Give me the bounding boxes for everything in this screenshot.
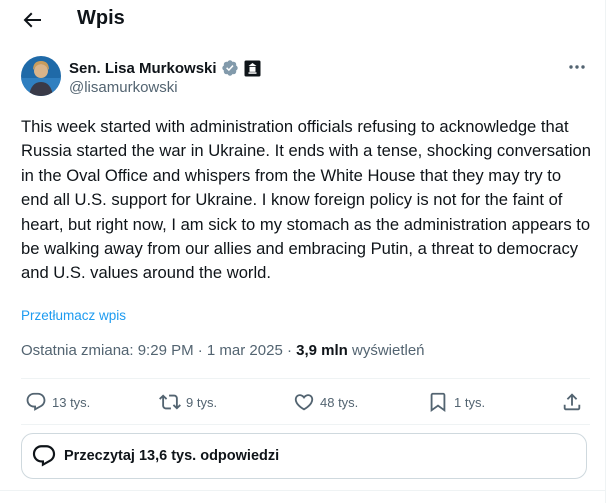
reply-button[interactable]: 13 tys.: [25, 390, 90, 414]
translate-post-link[interactable]: Przetłumacz wpis: [21, 308, 126, 323]
share-icon: [563, 393, 581, 411]
bookmark-icon: [430, 392, 446, 413]
reply-count: 13 tys.: [52, 394, 91, 410]
avatar-image: [21, 56, 61, 96]
author-name-row: Sen. Lisa Murkowski: [69, 59, 261, 77]
verified-badge-icon[interactable]: [221, 59, 239, 77]
chat-bubble-icon: [32, 445, 56, 467]
read-replies-button[interactable]: Przeczytaj 13,6 tys. odpowiedzi: [21, 433, 587, 479]
divider: [0, 490, 606, 491]
back-button[interactable]: [20, 8, 44, 32]
divider: [21, 378, 590, 379]
post-meta: Ostatnia zmiana: 9:29 PM · 1 mar 2025 · …: [21, 342, 425, 359]
page-title: Wpis: [77, 7, 125, 29]
repost-icon: [159, 394, 181, 410]
post-timestamp[interactable]: Ostatnia zmiana: 9:29 PM · 1 mar 2025 ·: [21, 342, 296, 359]
repost-count: 9 tys.: [186, 394, 218, 410]
share-button[interactable]: [561, 390, 583, 414]
like-count: 48 tys.: [320, 394, 359, 410]
author-handle[interactable]: @lisamurkowski: [69, 79, 178, 96]
post-detail-view: Wpis Sen. Lisa Murkowski @lisamurkowski: [0, 0, 606, 503]
bookmark-count: 1 tys.: [454, 394, 486, 410]
views-count: 3,9 mln: [296, 342, 348, 359]
government-badge-icon[interactable]: [244, 60, 261, 77]
post-text: This week started with administration of…: [21, 117, 592, 283]
like-button[interactable]: 48 tys.: [293, 390, 358, 414]
heart-icon: [294, 394, 314, 411]
reply-icon: [26, 392, 46, 411]
read-replies-label: Przeczytaj 13,6 tys. odpowiedzi: [64, 448, 280, 464]
more-dots-icon: [569, 65, 585, 69]
repost-button[interactable]: 9 tys.: [159, 390, 217, 414]
divider: [21, 424, 590, 425]
top-bar: Wpis: [0, 0, 606, 40]
author-name[interactable]: Sen. Lisa Murkowski: [69, 60, 217, 77]
arrow-left-icon: [23, 12, 41, 28]
more-options-button[interactable]: [564, 57, 590, 77]
bookmark-button[interactable]: 1 tys.: [427, 390, 485, 414]
action-bar: 13 tys. 9 tys. 48 tys. 1 tys.: [21, 380, 590, 424]
views-label: wyświetleń: [347, 342, 425, 359]
avatar[interactable]: [21, 56, 61, 96]
